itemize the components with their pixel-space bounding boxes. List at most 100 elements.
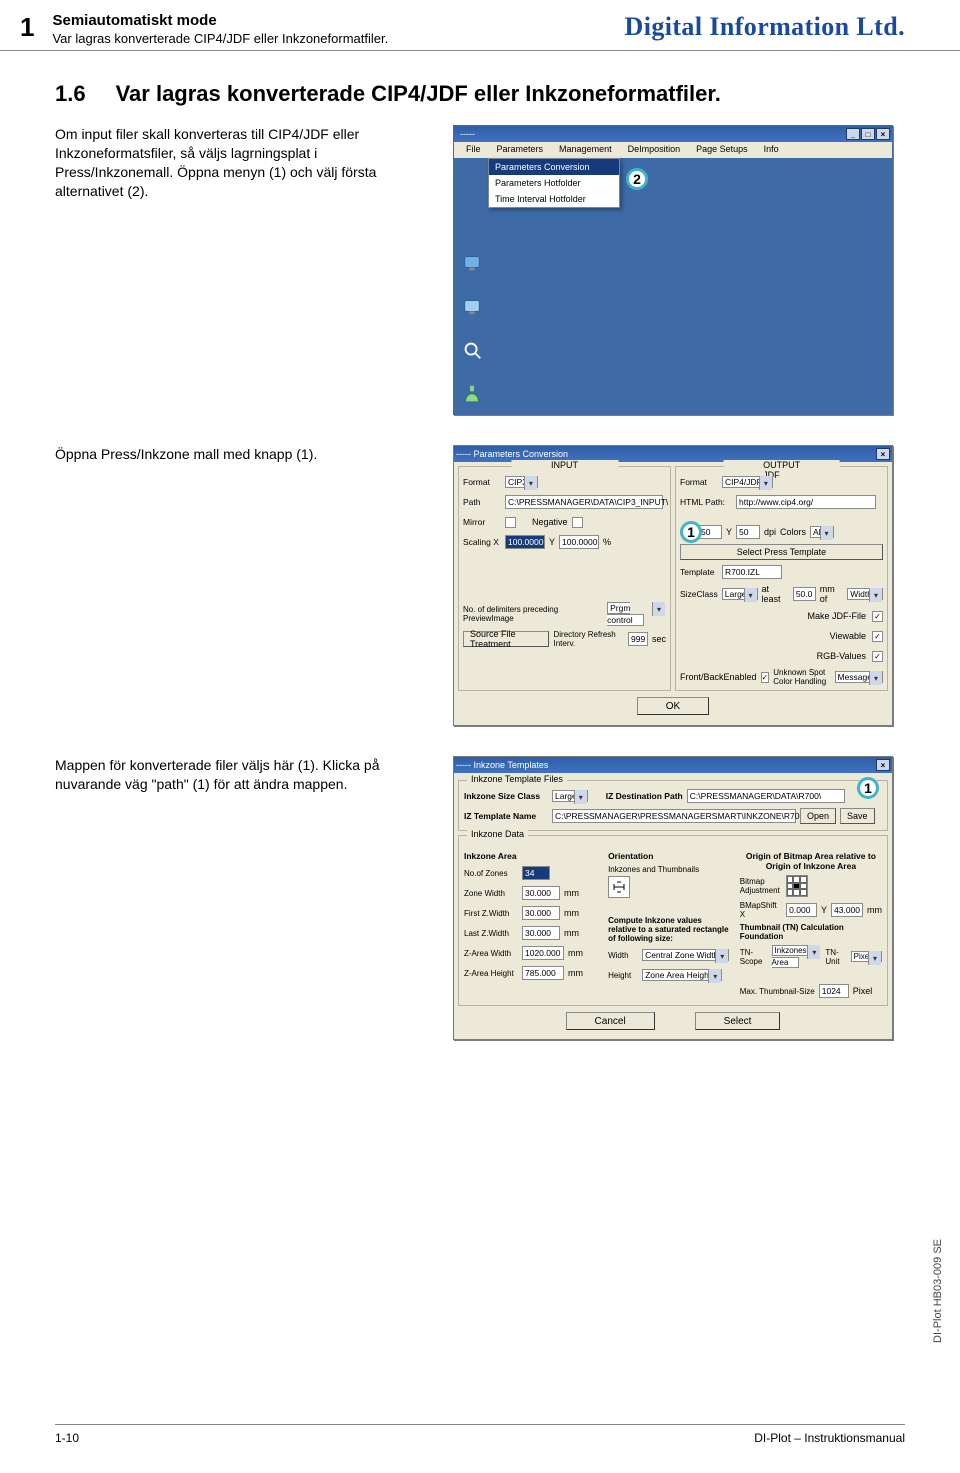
window-titlebar: ----- _ □ ×: [454, 126, 892, 142]
bsy-input[interactable]: 43.000: [831, 903, 863, 917]
label-tnunit: TN-Unit: [825, 948, 846, 966]
minimize-button[interactable]: _: [846, 128, 860, 140]
mirror-checkbox[interactable]: [505, 517, 516, 528]
tnunit-select[interactable]: Pixel: [851, 951, 882, 962]
content-row-3: Mappen för konverterade filer väljs här …: [55, 756, 905, 1040]
page-header: 1 Semiautomatiskt mode Var lagras konver…: [0, 0, 960, 51]
itn-input[interactable]: C:\PRESSMANAGER\PRESSMANAGERSMART\INKZON…: [552, 809, 796, 823]
menu-deimposition[interactable]: DeImposition: [620, 142, 689, 158]
label-percent: %: [603, 537, 611, 547]
fbe-checkbox[interactable]: ✓: [761, 672, 770, 683]
label-tncf: Thumbnail (TN) Calculation Foundation: [740, 923, 882, 941]
input-path-field[interactable]: C:\PRESSMANAGER\DATA\CIP3_INPUT\: [505, 495, 663, 509]
header-bold-title: Semiautomatiskt mode: [52, 12, 388, 29]
source-file-treatment-button[interactable]: Source File Treatment: [463, 631, 549, 647]
dir-refresh-input[interactable]: 999: [628, 632, 648, 646]
maximize-button[interactable]: □: [861, 128, 875, 140]
colors-select[interactable]: All: [810, 526, 833, 538]
prgm-control-select[interactable]: Prgm control: [607, 602, 644, 626]
label-zw: Zone Width: [464, 889, 518, 898]
ush-select[interactable]: Message: [835, 671, 884, 683]
menu-info[interactable]: Info: [756, 142, 787, 158]
menu-pagesetups[interactable]: Page Setups: [688, 142, 756, 158]
zah-input[interactable]: 785.000: [522, 966, 564, 980]
label-zaw: Z-Area Width: [464, 949, 518, 958]
templates-close-button[interactable]: ×: [876, 759, 890, 771]
widthof-select[interactable]: Width: [847, 588, 883, 600]
menu-management[interactable]: Management: [551, 142, 620, 158]
label-compute: Compute Inkzone values relative to a sat…: [608, 916, 732, 943]
input-format-select[interactable]: CIP3: [505, 476, 538, 488]
orientation-toggle[interactable]: [608, 876, 630, 898]
negative-checkbox[interactable]: [572, 517, 583, 528]
dialog-body: INPUT Format CIP3 Path C:\PRESSMANAGER\D…: [454, 462, 892, 725]
label-sec: sec: [652, 634, 666, 644]
footer-left: 1-10: [55, 1431, 79, 1445]
label-format: Format: [463, 477, 501, 487]
label-pixel: Pixel: [853, 986, 873, 996]
label-sizeclass: SizeClass: [680, 589, 718, 599]
zw-input[interactable]: 30.000: [522, 886, 560, 900]
desktop-icon-3[interactable]: [460, 338, 484, 362]
makejdf-checkbox[interactable]: ✓: [872, 611, 883, 622]
label-izthumb: Inkzones and Thumbnails: [608, 865, 732, 874]
scaling-x-input[interactable]: 100.0000: [505, 535, 545, 549]
side-code: DI-Plot HB03-009 SE: [932, 1239, 944, 1343]
bsx-input[interactable]: 0.000: [786, 903, 817, 917]
menu-parameters[interactable]: Parameters: [489, 142, 552, 158]
output-group: OUTPUT JDF Format CIP4/JDF HTML Path: ht…: [675, 466, 888, 691]
chapter-number: 1: [20, 12, 34, 43]
fzw-input[interactable]: 30.000: [522, 906, 560, 920]
desktop-icon-2[interactable]: [460, 294, 484, 318]
menu-file[interactable]: File: [458, 142, 489, 158]
scaling-y-input[interactable]: 100.0000: [559, 535, 599, 549]
label-htmlpath: HTML Path:: [680, 497, 732, 507]
col-inkzone-area: Inkzone Area No.of Zones34 Zone Width30.…: [464, 851, 600, 999]
select-press-template-button[interactable]: Select Press Template: [680, 544, 883, 560]
brand-logo-text: Digital Information Ltd.: [625, 12, 905, 42]
template-files-group: Inkzone Template Files Inkzone Size Clas…: [458, 780, 888, 831]
desktop-icons: [460, 250, 484, 406]
close-button[interactable]: ×: [876, 128, 890, 140]
dropdown-item-conversion[interactable]: Parameters Conversion: [489, 159, 619, 175]
cheight-select[interactable]: Zone Area Height: [642, 969, 722, 981]
output-format-select[interactable]: CIP4/JDF: [722, 476, 773, 488]
col-head-origin: Origin of Bitmap Area relative to Origin…: [740, 851, 882, 871]
select-button[interactable]: Select: [695, 1012, 781, 1030]
label-mm5: mm: [568, 968, 583, 978]
rgb-checkbox[interactable]: ✓: [872, 651, 883, 662]
cwidth-select[interactable]: Central Zone Width: [642, 949, 729, 961]
zaw-input[interactable]: 1020.000: [522, 946, 564, 960]
dropdown-item-timeinterval[interactable]: Time Interval Hotfolder: [489, 191, 619, 207]
bitmap-adjust-grid[interactable]: [786, 875, 808, 897]
label-mm4: mm: [568, 948, 583, 958]
sizeclass-select[interactable]: Large: [722, 588, 758, 600]
cancel-button[interactable]: Cancel: [566, 1012, 655, 1030]
label-mm3: mm: [564, 928, 579, 938]
label-lzw: Last Z.Width: [464, 929, 518, 938]
desktop-icon-1[interactable]: [460, 250, 484, 274]
parameters-dropdown: Parameters Conversion Parameters Hotfold…: [488, 158, 620, 208]
label-atleast: at least: [762, 584, 789, 604]
html-path-input[interactable]: http://www.cip4.org/: [736, 495, 876, 509]
idp-input[interactable]: C:\PRESSMANAGER\DATA\R700\: [687, 789, 845, 803]
dialog-close-button[interactable]: ×: [876, 448, 890, 460]
open-button[interactable]: Open: [800, 808, 836, 824]
content-row-1: Om input filer skall konverteras till CI…: [55, 125, 905, 415]
label-tnscope: TN-Scope: [740, 948, 768, 966]
ok-button[interactable]: OK: [637, 697, 709, 715]
nozones-input[interactable]: 34: [522, 866, 550, 880]
template-input[interactable]: R700.IZL: [722, 565, 782, 579]
viewable-checkbox[interactable]: ✓: [872, 631, 883, 642]
py-input[interactable]: 50: [736, 525, 760, 539]
maxtn-input[interactable]: 1024: [819, 984, 849, 998]
lzw-input[interactable]: 30.000: [522, 926, 560, 940]
desktop-icon-4[interactable]: [460, 382, 484, 406]
save-button[interactable]: Save: [840, 808, 875, 824]
dropdown-item-hotfolder[interactable]: Parameters Hotfolder: [489, 175, 619, 191]
label-bmadj: Bitmap Adjustment: [740, 877, 782, 895]
label-fzw: First Z.Width: [464, 909, 518, 918]
atleast-input[interactable]: 50.0: [793, 587, 816, 601]
tnscope-select[interactable]: Inkzones Area: [772, 945, 807, 968]
isc-select[interactable]: Large: [552, 790, 588, 802]
